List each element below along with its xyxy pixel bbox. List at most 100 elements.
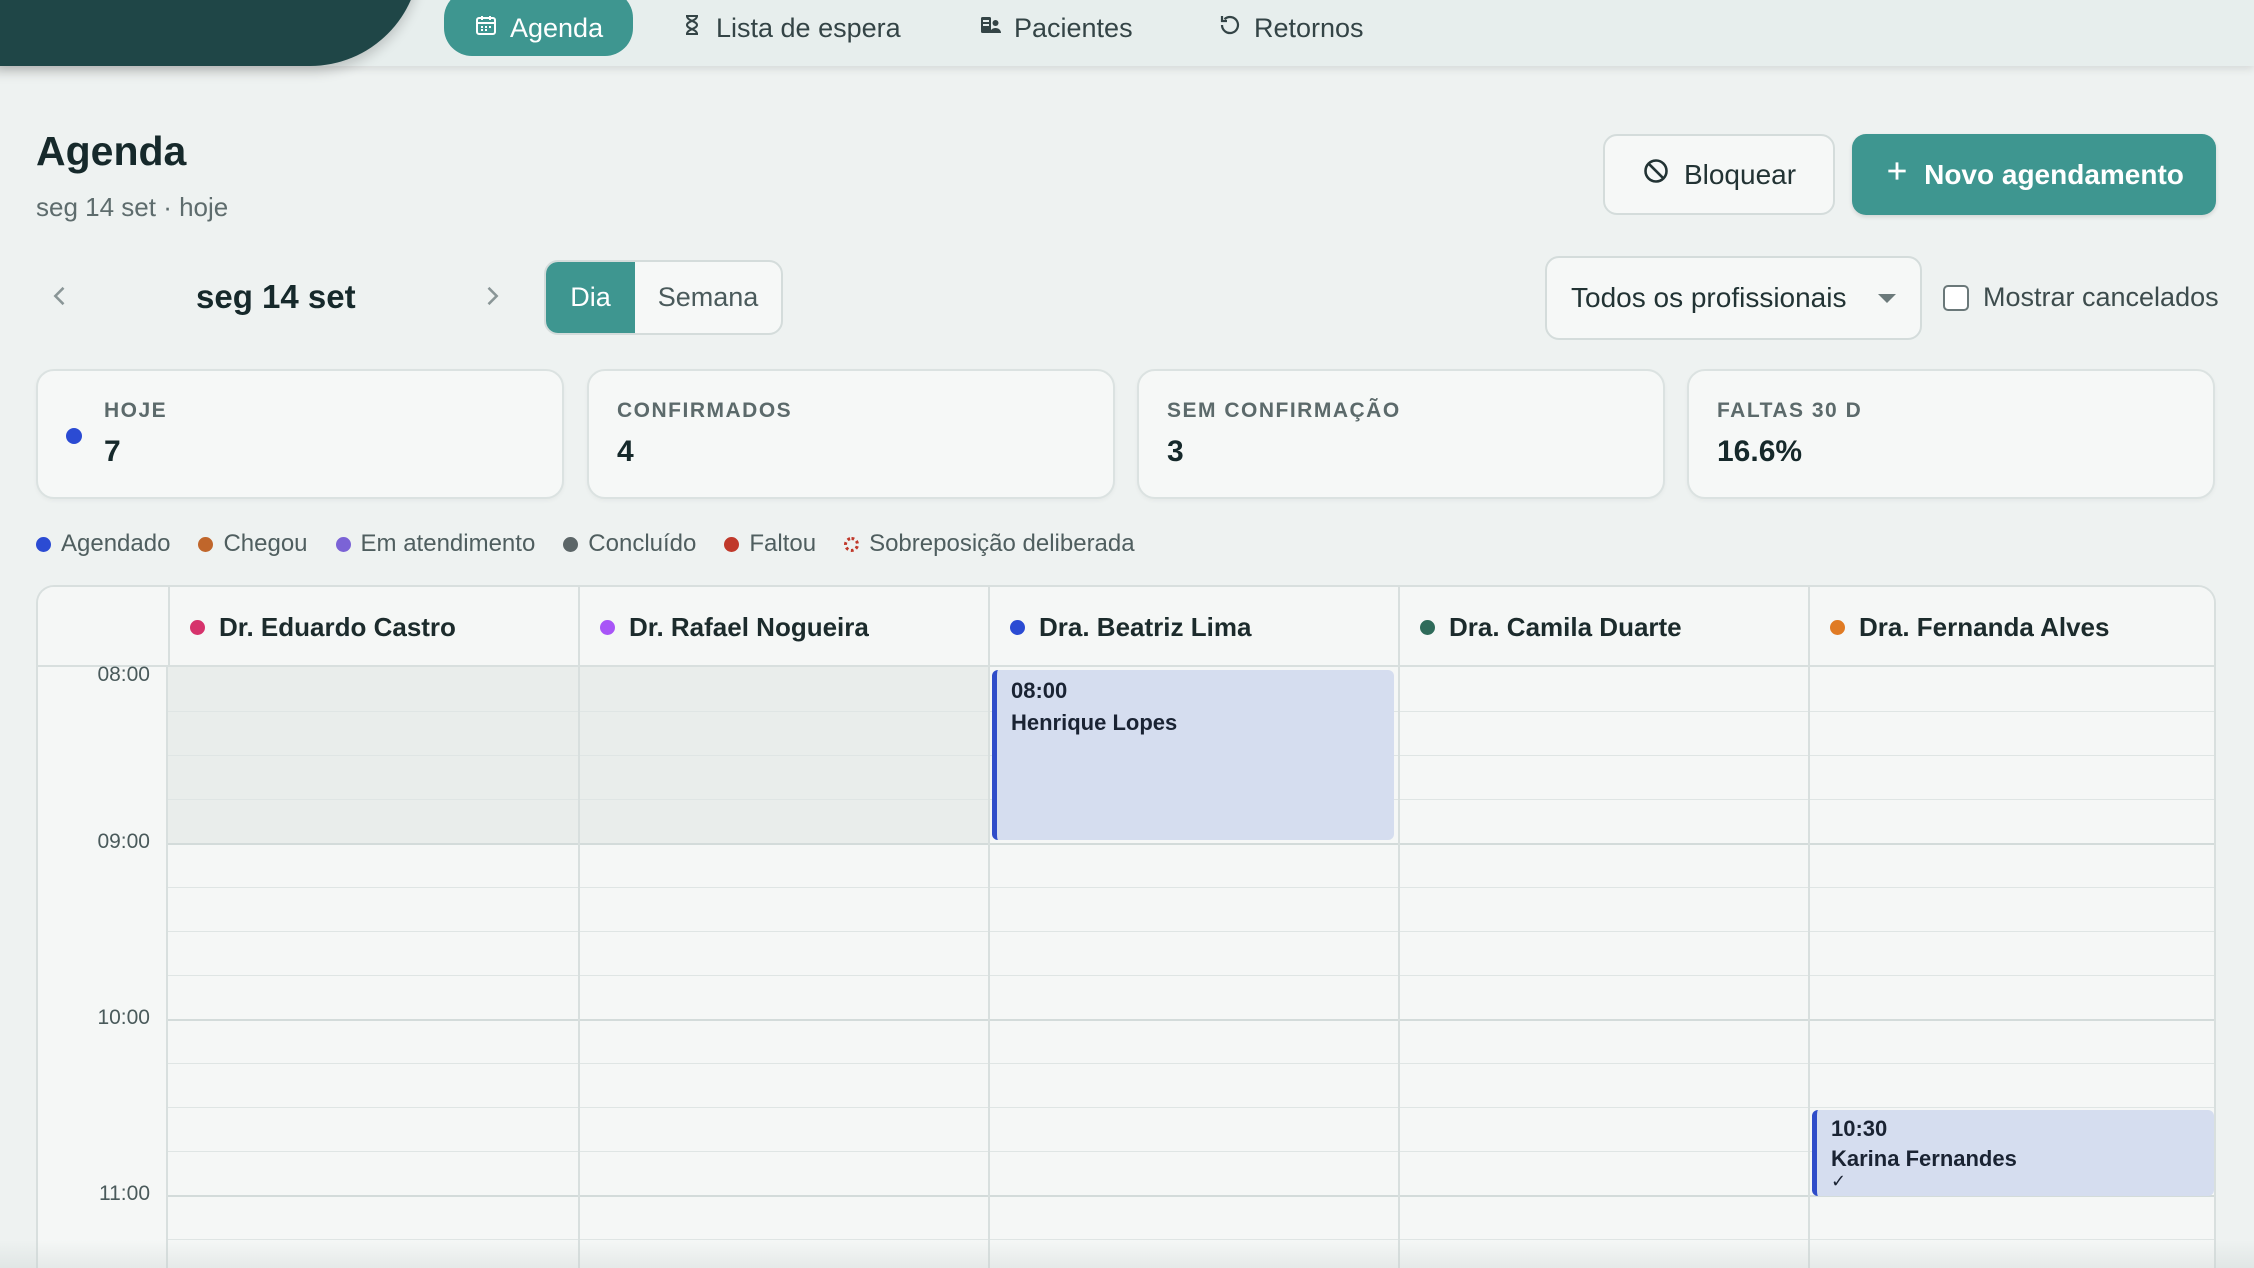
stat-card-confirmed: CONFIRMADOS 4 bbox=[587, 369, 1115, 499]
legend-label: Chegou bbox=[223, 530, 308, 557]
page-title: Agenda bbox=[36, 128, 187, 174]
legend-label: Em atendimento bbox=[360, 530, 536, 557]
legend-dot bbox=[198, 536, 214, 552]
column-divider bbox=[988, 587, 990, 665]
bottom-shadow bbox=[0, 1240, 2254, 1268]
calendar-icon bbox=[474, 13, 498, 44]
new-appointment-label: Novo agendamento bbox=[1924, 158, 2184, 190]
calendar-header: Dr. Eduardo Castro Dr. Rafael Nogueira D… bbox=[38, 587, 2214, 667]
professional-name: Dra. Camila Duarte bbox=[1449, 611, 1682, 642]
legend-dot bbox=[335, 536, 351, 552]
show-cancelled-toggle[interactable]: Mostrar cancelados bbox=[1943, 282, 2219, 313]
view-toggle: Dia Semana bbox=[544, 260, 783, 335]
grid-line bbox=[168, 975, 2214, 976]
nav-tab-patients[interactable]: Pacientes bbox=[978, 0, 1133, 56]
prev-day-button[interactable] bbox=[46, 282, 74, 310]
stat-label: CONFIRMADOS bbox=[617, 399, 793, 422]
current-date: seg 14 set bbox=[196, 278, 356, 315]
time-label: 11:00 bbox=[99, 1182, 150, 1205]
professional-name: Dr. Eduardo Castro bbox=[219, 611, 456, 642]
show-cancelled-label: Mostrar cancelados bbox=[1983, 282, 2219, 312]
grid-line bbox=[168, 931, 2214, 932]
legend-item: Sobreposição deliberada bbox=[844, 530, 1135, 558]
status-legend: Agendado Chegou Em atendimento Concluído… bbox=[36, 530, 1135, 558]
view-week-button[interactable]: Semana bbox=[635, 262, 781, 333]
grid-line bbox=[168, 1107, 2214, 1108]
grid-line bbox=[168, 1063, 2214, 1064]
column-divider bbox=[168, 587, 170, 665]
professional-name: Dra. Fernanda Alves bbox=[1859, 611, 2110, 642]
stat-card-today: HOJE 7 bbox=[36, 369, 564, 499]
caret-down-icon bbox=[1878, 294, 1896, 303]
professional-select-value: Todos os profissionais bbox=[1571, 282, 1847, 313]
nav-tab-agenda[interactable]: Agenda bbox=[444, 0, 634, 56]
new-appointment-button[interactable]: Novo agendamento bbox=[1852, 134, 2216, 215]
stat-card-unconfirmed: SEM CONFIRMAÇÃO 3 bbox=[1137, 369, 1665, 499]
grid-line bbox=[168, 843, 2214, 845]
plus-icon bbox=[1884, 158, 1910, 191]
stat-value: 4 bbox=[617, 435, 634, 468]
legend-item: Agendado bbox=[36, 530, 170, 558]
next-day-button[interactable] bbox=[478, 282, 506, 310]
calendar-grid[interactable]: 08:00 Henrique Lopes 10:30 Karina Fernan… bbox=[168, 667, 2214, 1268]
confirmed-check-icon: ✓ bbox=[1831, 1171, 1847, 1191]
page-subtitle: seg 14 set · hoje bbox=[36, 192, 229, 222]
stat-value: 3 bbox=[1167, 435, 1184, 468]
professional-dot bbox=[190, 619, 205, 635]
legend-label: Faltou bbox=[749, 530, 817, 557]
professional-column-header[interactable]: Dra. Fernanda Alves bbox=[1808, 587, 2214, 667]
time-axis: 08:00 09:00 10:00 11:00 bbox=[38, 663, 168, 1268]
stat-value: 16.6% bbox=[1717, 435, 1803, 468]
appointment-time: 10:30 bbox=[1831, 1116, 1888, 1141]
professional-dot bbox=[1420, 619, 1435, 635]
show-cancelled-checkbox[interactable] bbox=[1943, 284, 1969, 311]
legend-label: Sobreposição deliberada bbox=[869, 530, 1135, 557]
legend-dot bbox=[724, 536, 740, 552]
view-day-button[interactable]: Dia bbox=[546, 262, 635, 333]
block-button[interactable]: Bloquear bbox=[1603, 134, 1835, 215]
professional-column-header[interactable]: Dr. Eduardo Castro bbox=[168, 587, 578, 667]
professional-dot bbox=[600, 619, 615, 635]
appointment-time: 08:00 bbox=[1011, 678, 1068, 703]
nav-tab-label: Retornos bbox=[1254, 12, 1364, 43]
time-label: 09:00 bbox=[97, 830, 150, 853]
legend-item: Em atendimento bbox=[335, 530, 536, 558]
appointment-patient: Karina Fernandes bbox=[1831, 1146, 2017, 1171]
stat-label: FALTAS 30 D bbox=[1717, 399, 1863, 422]
legend-item: Concluído bbox=[563, 530, 696, 558]
professional-column-header[interactable]: Dra. Beatriz Lima bbox=[988, 587, 1398, 667]
appointment-card[interactable]: 08:00 Henrique Lopes bbox=[992, 670, 1394, 840]
legend-dot bbox=[36, 536, 51, 552]
status-dot bbox=[66, 428, 82, 444]
legend-label: Agendado bbox=[61, 530, 171, 557]
grid-line bbox=[168, 887, 2214, 888]
chevron-right-icon bbox=[478, 286, 506, 314]
column-divider bbox=[1398, 667, 1400, 1268]
column-divider bbox=[1808, 667, 1810, 1268]
time-label: 10:00 bbox=[97, 1006, 150, 1029]
nav-tab-label: Lista de espera bbox=[716, 12, 901, 43]
appointment-card[interactable]: 10:30 Karina Fernandes ✓ bbox=[1812, 1110, 2214, 1196]
day-calendar: Dr. Eduardo Castro Dr. Rafael Nogueira D… bbox=[36, 585, 2216, 1268]
nav-tab-label: Agenda bbox=[510, 12, 604, 43]
professional-name: Dr. Rafael Nogueira bbox=[629, 611, 869, 642]
legend-label: Concluído bbox=[588, 530, 697, 557]
nav-tab-waitlist[interactable]: Lista de espera bbox=[680, 0, 901, 56]
stat-label: HOJE bbox=[104, 399, 168, 422]
professional-select[interactable]: Todos os profissionais bbox=[1545, 256, 1922, 340]
hourglass-icon bbox=[680, 13, 704, 44]
grid-line bbox=[168, 1019, 2214, 1021]
professional-column-header[interactable]: Dr. Rafael Nogueira bbox=[578, 587, 988, 667]
professional-name: Dra. Beatriz Lima bbox=[1039, 611, 1252, 642]
appointment-patient: Henrique Lopes bbox=[1011, 710, 1178, 735]
nav-tab-returns[interactable]: Retornos bbox=[1218, 0, 1364, 56]
stat-value: 7 bbox=[104, 435, 121, 468]
block-button-label: Bloquear bbox=[1683, 158, 1797, 190]
professional-column-header[interactable]: Dra. Camila Duarte bbox=[1398, 587, 1808, 667]
professional-dot bbox=[1010, 619, 1025, 635]
legend-dot bbox=[563, 536, 579, 552]
chevron-left-icon bbox=[46, 286, 74, 314]
legend-dot bbox=[844, 536, 860, 552]
stat-card-no-shows: FALTAS 30 D 16.6% bbox=[1687, 369, 2215, 499]
column-divider bbox=[1808, 587, 1810, 665]
